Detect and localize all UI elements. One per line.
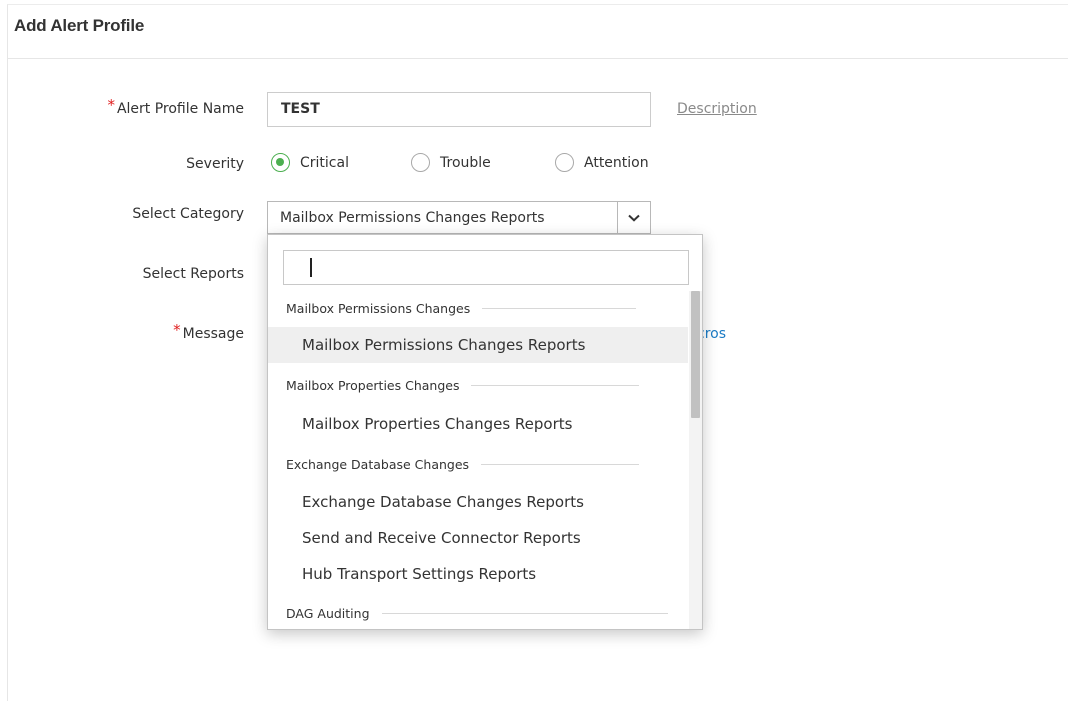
severity-option-trouble[interactable]: Trouble <box>411 153 491 172</box>
list-item[interactable]: Exchange Database Changes Reports <box>268 484 688 520</box>
severity-option-attention[interactable]: Attention <box>555 153 649 172</box>
group-divider <box>381 613 668 614</box>
group-header: DAG Auditing <box>286 606 668 621</box>
dropdown-search-input[interactable] <box>283 250 689 285</box>
list-item[interactable]: Hub Transport Settings Reports <box>268 556 688 592</box>
header-divider <box>7 58 1068 59</box>
category-dropdown[interactable]: Mailbox Permissions Changes Mailbox Perm… <box>267 234 703 630</box>
severity-critical-label: Critical <box>300 154 349 171</box>
group-divider <box>481 464 640 465</box>
group-header-label: Mailbox Properties Changes <box>286 378 460 393</box>
required-marker-icon: * <box>107 96 115 114</box>
chevron-down-icon[interactable] <box>617 202 650 233</box>
group-header: Mailbox Permissions Changes <box>286 301 637 316</box>
message-label: * Message <box>173 321 244 342</box>
severity-attention-label: Attention <box>584 154 649 171</box>
group-header-label: Exchange Database Changes <box>286 457 470 472</box>
required-marker-icon: * <box>173 321 181 339</box>
group-divider <box>482 308 637 309</box>
group-header-label: DAG Auditing <box>286 606 370 621</box>
group-header: Mailbox Properties Changes <box>286 378 640 393</box>
alert-profile-name-label: * Alert Profile Name <box>107 96 244 117</box>
list-item[interactable]: Send and Receive Connector Reports <box>268 520 688 556</box>
alert-profile-name-label-text: Alert Profile Name <box>116 101 244 117</box>
radio-unselected-icon[interactable] <box>555 153 574 172</box>
alert-profile-name-input[interactable]: TEST <box>267 92 651 127</box>
description-link[interactable]: Description <box>677 101 757 117</box>
group-header-label: Mailbox Permissions Changes <box>286 301 471 316</box>
message-label-text: Message <box>182 326 244 342</box>
radio-selected-icon[interactable] <box>271 153 290 172</box>
page-title: Add Alert Profile <box>14 16 145 35</box>
severity-option-critical[interactable]: Critical <box>271 153 349 172</box>
scrollbar-thumb[interactable] <box>691 291 700 418</box>
group-header: Exchange Database Changes <box>286 457 640 472</box>
list-item[interactable]: Mailbox Properties Changes Reports <box>268 406 688 442</box>
select-reports-label: Select Reports <box>142 266 244 282</box>
severity-trouble-label: Trouble <box>440 154 491 171</box>
select-category-label: Select Category <box>132 206 244 222</box>
category-select-value: Mailbox Permissions Changes Reports <box>280 210 545 226</box>
category-select[interactable]: Mailbox Permissions Changes Reports <box>267 201 651 234</box>
text-caret <box>310 258 312 277</box>
list-item[interactable]: Mailbox Permissions Changes Reports <box>268 327 688 363</box>
group-divider <box>471 385 640 386</box>
radio-unselected-icon[interactable] <box>411 153 430 172</box>
severity-label: Severity <box>186 156 244 172</box>
